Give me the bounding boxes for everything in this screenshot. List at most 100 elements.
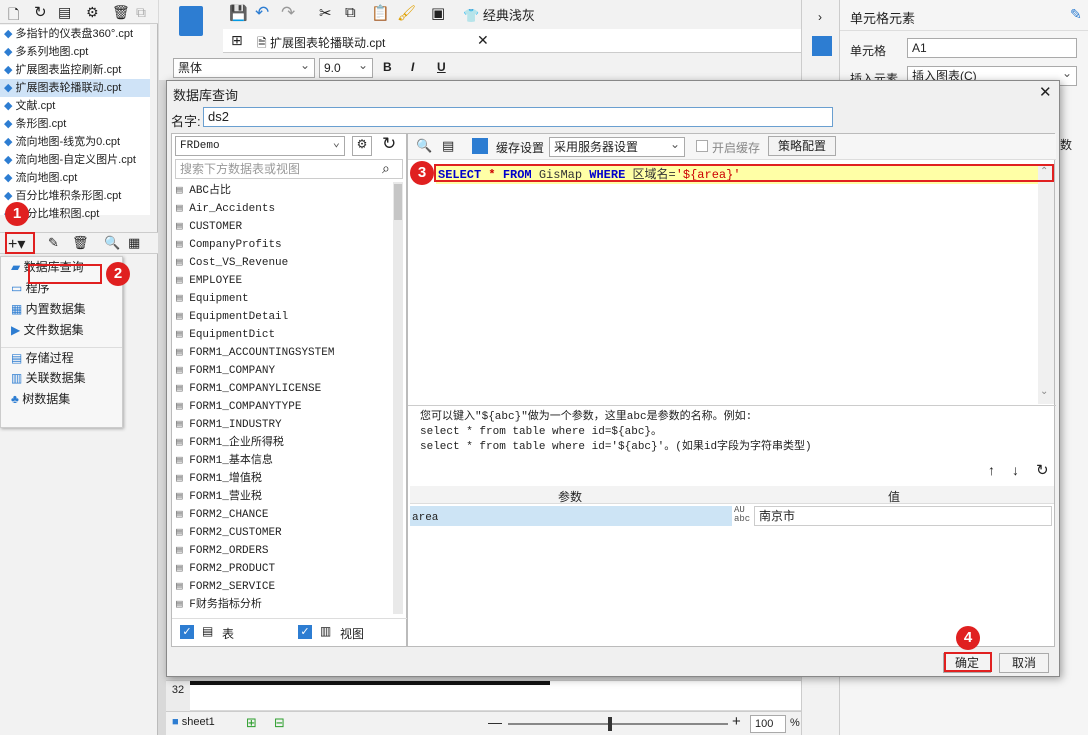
paste-icon[interactable]: 📋 bbox=[371, 4, 390, 22]
underline-button[interactable]: U bbox=[437, 60, 446, 74]
dataset-menu-item[interactable]: ♣ 树数据集 bbox=[1, 389, 122, 410]
dataset-menu-item[interactable]: ▦ 内置数据集 bbox=[1, 299, 122, 320]
zoom-input[interactable]: 100 bbox=[750, 715, 786, 733]
sheet-tab[interactable]: ■ sheet1 bbox=[172, 716, 215, 728]
sql-scrollbar[interactable]: ⌃ ⌄ bbox=[1038, 164, 1054, 404]
table-item[interactable]: ▤ F财务指标分析 bbox=[172, 596, 394, 614]
dataset-menu-item[interactable]: ▶ 文件数据集 bbox=[1, 320, 122, 341]
table-item[interactable]: ▤ Equipment bbox=[172, 290, 394, 308]
table-item[interactable]: ▤ FORM1_基本信息 bbox=[172, 452, 394, 470]
edit-icon[interactable]: ✎ bbox=[48, 235, 59, 251]
file-item[interactable]: ◆ 流向地图-自定义图片.cpt bbox=[0, 151, 150, 169]
search-icon[interactable]: ⌕ bbox=[382, 160, 390, 177]
refresh-params-icon[interactable]: ↻ bbox=[1036, 461, 1049, 479]
table-item[interactable]: ▤ EquipmentDetail bbox=[172, 308, 394, 326]
close-tab-icon[interactable]: ✕ bbox=[477, 32, 489, 49]
name-input[interactable]: ds2 bbox=[203, 107, 833, 127]
add-report-sheet-icon[interactable]: ⊟ bbox=[274, 715, 285, 731]
font-select[interactable]: 黑体 bbox=[173, 56, 315, 78]
move-up-icon[interactable]: ↑ bbox=[988, 462, 995, 478]
redo-icon[interactable]: ↷ bbox=[281, 3, 295, 23]
table-item[interactable]: ▤ FORM1_COMPANYTYPE bbox=[172, 398, 394, 416]
table-item[interactable]: ▤ Cost_VS_Revenue bbox=[172, 254, 394, 272]
table-item[interactable]: ▤ FORM2_SERVICE bbox=[172, 578, 394, 596]
param-value-input[interactable]: 南京市 bbox=[754, 506, 1052, 526]
table-item[interactable]: ▤ FORM2_CUSTOMER bbox=[172, 524, 394, 542]
bold-button[interactable]: B bbox=[383, 60, 392, 74]
string-type-icon[interactable]: AU abc bbox=[734, 506, 750, 524]
save-icon[interactable]: 💾 bbox=[229, 4, 248, 22]
file-item[interactable]: ◆ 多指针的仪表盘360°.cpt bbox=[0, 25, 150, 43]
edit-connection-icon[interactable]: ⚙ bbox=[352, 136, 372, 156]
enable-cache-checkbox[interactable] bbox=[696, 140, 708, 152]
table-search-input[interactable]: 搜索下方数据表或视图 bbox=[175, 159, 403, 179]
table-item[interactable]: ▤ FORM1_企业所得税 bbox=[172, 434, 394, 452]
table-item[interactable]: ▤ FORM1_营业税 bbox=[172, 488, 394, 506]
file-item[interactable]: ◆ 百分比堆积条形图.cpt bbox=[0, 187, 150, 205]
cut-icon[interactable]: ✂ bbox=[319, 4, 332, 22]
delete-dataset-icon[interactable]: 🗑 bbox=[72, 235, 89, 251]
delete-icon[interactable]: 🗑 bbox=[112, 4, 130, 21]
preview-report-icon[interactable]: ▣ bbox=[431, 4, 445, 22]
table-item[interactable]: ▤ Air_Accidents bbox=[172, 200, 394, 218]
format-brush-icon[interactable]: 🖌 bbox=[397, 4, 416, 22]
table-scrollbar[interactable] bbox=[393, 182, 403, 614]
edit-pencil-icon[interactable]: ✎ bbox=[1070, 6, 1082, 23]
tab-report[interactable]: 🗎 扩展图表轮播联动.cpt bbox=[257, 34, 385, 55]
strategy-button[interactable]: 策略配置 bbox=[768, 136, 836, 156]
dataset-menu-item[interactable]: ▤ 存储过程 bbox=[1, 347, 122, 368]
move-down-icon[interactable]: ↓ bbox=[1012, 462, 1019, 478]
expand-icon[interactable]: › bbox=[818, 10, 822, 24]
preview-icon[interactable]: 🔍 bbox=[104, 235, 120, 251]
table-item[interactable]: ▤ FORM1_增值税 bbox=[172, 470, 394, 488]
table-checkbox[interactable]: ✓ bbox=[180, 625, 194, 639]
table-item[interactable]: ▤ CompanyProfits bbox=[172, 236, 394, 254]
table-item[interactable]: ▤ FORM2_CHANCE bbox=[172, 506, 394, 524]
cancel-button[interactable]: 取消 bbox=[999, 653, 1049, 673]
refresh-icon[interactable]: ↻ bbox=[34, 3, 47, 21]
table-item[interactable]: ▤ FORM1_COMPANYLICENSE bbox=[172, 380, 394, 398]
cache-select[interactable]: 采用服务器设置 bbox=[549, 135, 685, 157]
refresh-tables-icon[interactable]: ↻ bbox=[382, 134, 396, 154]
copy-icon[interactable]: ⧉ bbox=[136, 4, 146, 21]
table-item[interactable]: ▤ ABC占比 bbox=[172, 182, 394, 200]
sql-icon[interactable]: ▤ bbox=[442, 138, 454, 154]
param-row[interactable]: area bbox=[410, 506, 732, 526]
undo-icon[interactable]: ↶ bbox=[255, 3, 269, 23]
dataset-menu-item[interactable]: ▥ 关联数据集 bbox=[1, 368, 122, 389]
table-item[interactable]: ▤ FORM1_INDUSTRY bbox=[172, 416, 394, 434]
template-icon[interactable]: ▤ bbox=[58, 4, 71, 21]
table-item[interactable]: ▤ EquipmentDict bbox=[172, 326, 394, 344]
view-checkbox[interactable]: ✓ bbox=[298, 625, 312, 639]
file-item[interactable]: ◆ 流向地图-线宽为0.cpt bbox=[0, 133, 150, 151]
connection-select[interactable]: FRDemo bbox=[175, 134, 345, 156]
zoom-slider[interactable] bbox=[508, 723, 728, 725]
file-item[interactable]: ◆ 文献.cpt bbox=[0, 97, 150, 115]
table-item[interactable]: ▤ FORM1_COMPANY bbox=[172, 362, 394, 380]
preview-query-icon[interactable]: 🔍 bbox=[416, 138, 432, 154]
file-item[interactable]: ◆ 条形图.cpt bbox=[0, 115, 150, 133]
dataset-settings-icon[interactable]: ▦ bbox=[128, 235, 140, 251]
add-sheet-icon[interactable]: ⊞ bbox=[246, 715, 257, 731]
file-item[interactable]: ◆ 扩展图表轮播联动.cpt bbox=[0, 79, 150, 97]
table-item[interactable]: ▤ FORM1_ACCOUNTINGSYSTEM bbox=[172, 344, 394, 362]
file-item[interactable]: ◆ 多系列地图.cpt bbox=[0, 43, 150, 61]
italic-button[interactable]: I bbox=[411, 60, 414, 74]
sql-editor[interactable]: SELECT * FROM GisMap WHERE 区域名='${area}' bbox=[410, 164, 1054, 404]
table-item[interactable]: ▤ FORM2_ORDERS bbox=[172, 542, 394, 560]
table-item[interactable]: ▤ EMPLOYEE bbox=[172, 272, 394, 290]
copy-icon[interactable]: ⧉ bbox=[345, 4, 356, 21]
cell-input[interactable]: A1 bbox=[907, 38, 1077, 58]
cell-element-icon[interactable] bbox=[812, 36, 832, 56]
style-button[interactable]: 👕 经典浅灰 bbox=[463, 5, 535, 24]
dialog-close-icon[interactable]: ✕ bbox=[1039, 83, 1052, 101]
settings-icon[interactable]: ⚙ bbox=[86, 4, 99, 21]
table-item[interactable]: ▤ FORM2_PRODUCT bbox=[172, 560, 394, 578]
font-size-select[interactable]: 9.0 bbox=[319, 56, 373, 78]
file-item[interactable]: ◆ 流向地图.cpt bbox=[0, 169, 150, 187]
table-item[interactable]: ▤ CUSTOMER bbox=[172, 218, 394, 236]
zoom-in-icon[interactable]: + bbox=[732, 713, 741, 730]
zoom-thumb[interactable] bbox=[608, 717, 612, 731]
zoom-out-icon[interactable]: — bbox=[488, 714, 502, 730]
report-icon[interactable] bbox=[179, 6, 203, 36]
